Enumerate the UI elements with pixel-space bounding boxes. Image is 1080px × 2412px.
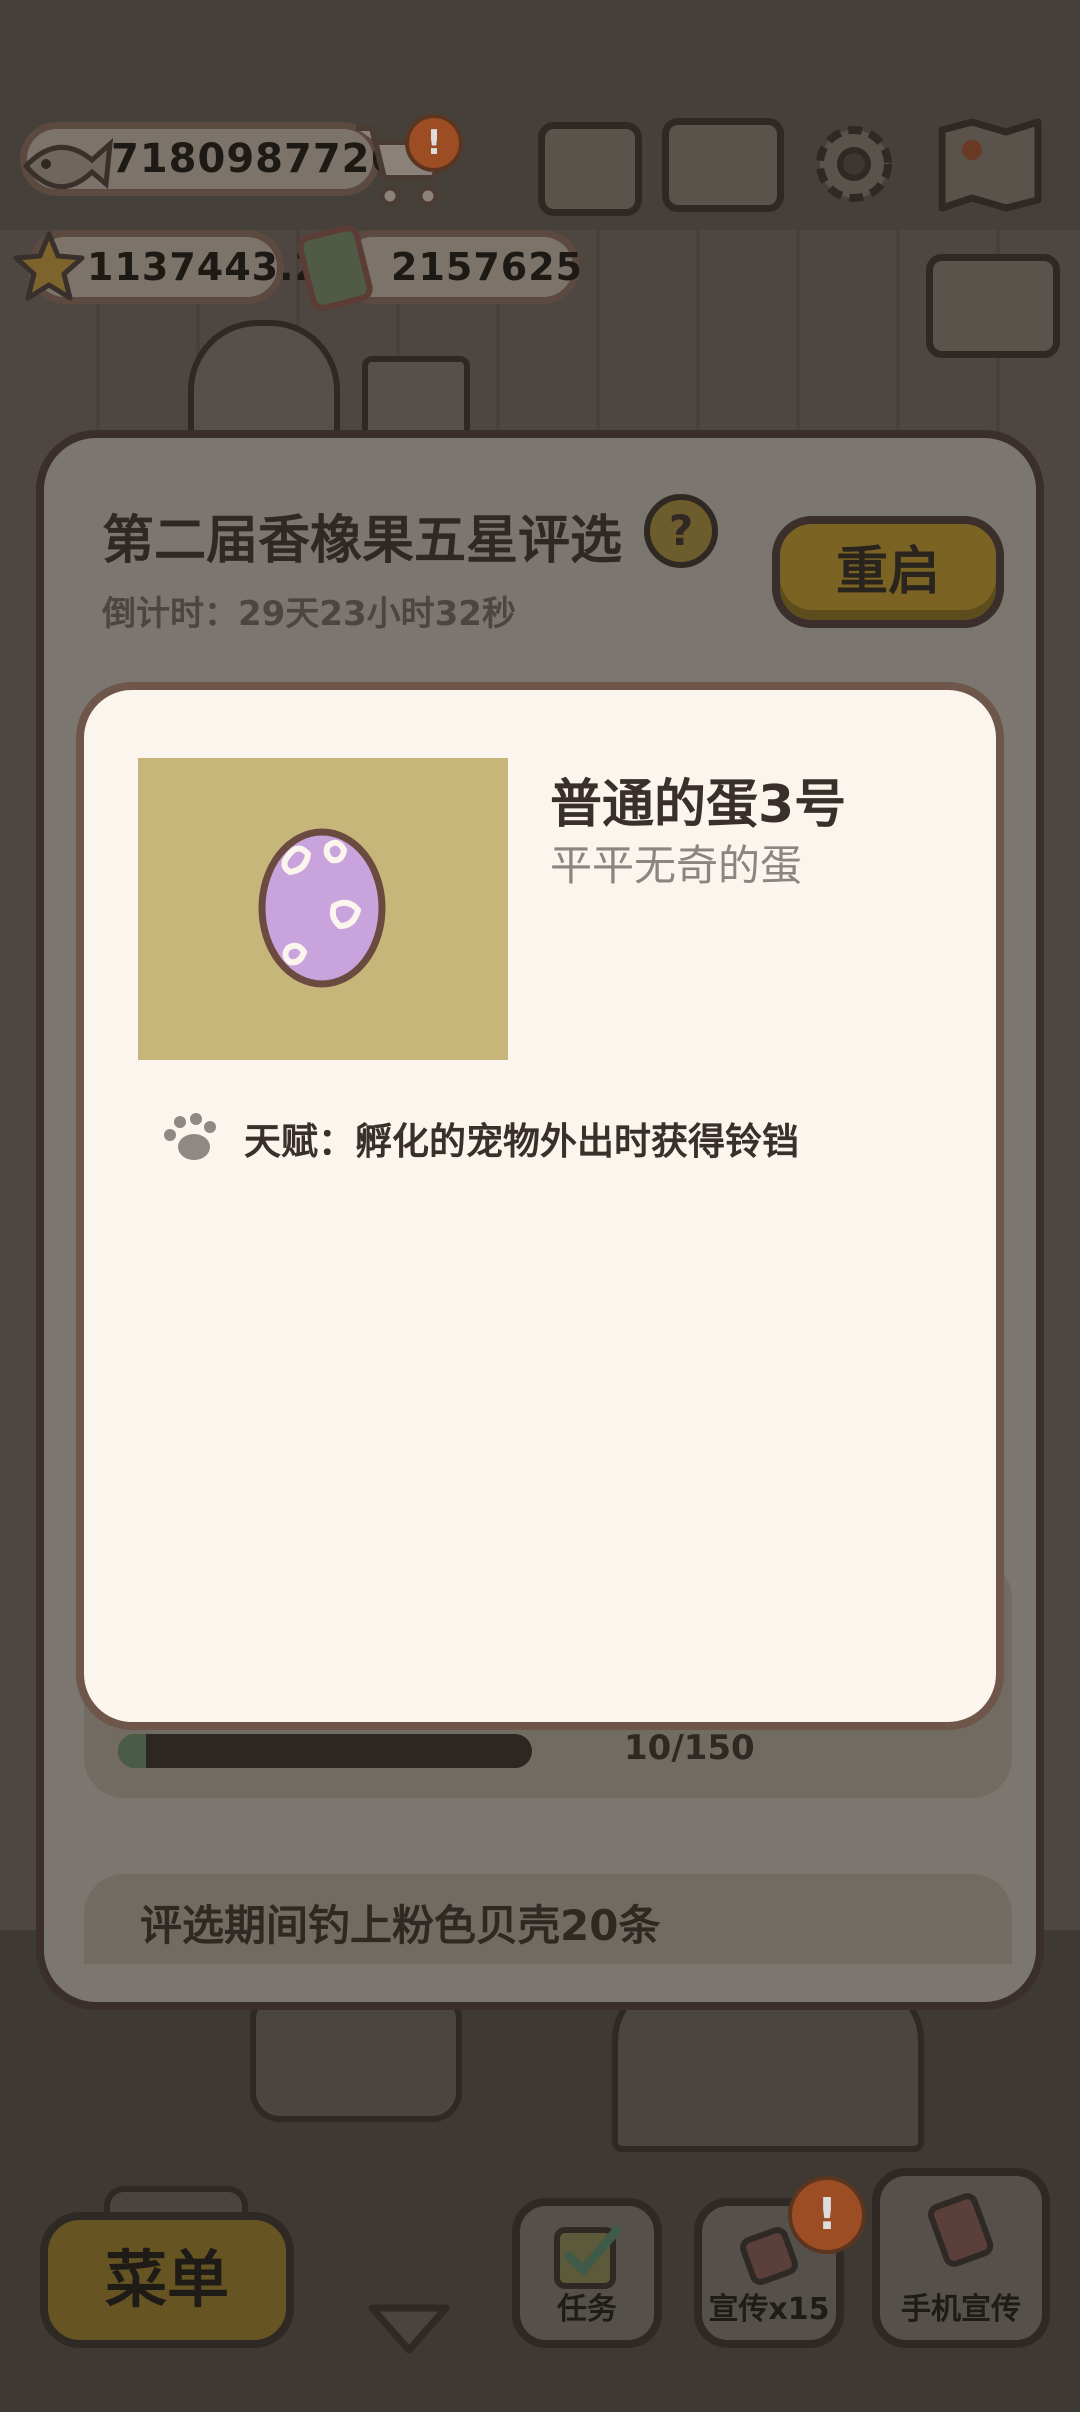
- item-description: 平平无奇的蛋: [550, 841, 803, 890]
- item-name: 普通的蛋3号: [550, 775, 847, 835]
- phone-promote-button[interactable]: 手机宣传: [872, 2168, 1050, 2348]
- egg-icon: [258, 828, 386, 988]
- chevron-down-icon[interactable]: [366, 2300, 452, 2356]
- talent-row: 天赋：孵化的宠物外出时获得铃铛: [160, 1108, 799, 1168]
- progress-bar: [118, 1734, 532, 1768]
- paw-icon: [164, 1113, 216, 1160]
- star-icon: [13, 231, 85, 301]
- tasks-label: 任务: [557, 2292, 617, 2327]
- event-title: 第二届香橡果五星评选: [102, 511, 623, 571]
- cart-alert-badge: !: [405, 114, 463, 172]
- map-icon[interactable]: [934, 114, 1046, 214]
- countdown-text: 倒计时：29天23小时32秒: [102, 594, 516, 634]
- item-detail-card[interactable]: 普通的蛋3号 平平无奇的蛋 天赋：孵化的宠物外出时获得铃铛: [76, 682, 1004, 1730]
- promote-label: 宣传x15: [708, 2292, 830, 2327]
- profile-icon[interactable]: [538, 122, 642, 216]
- egg-image: [138, 758, 508, 1060]
- task-card: 评选期间钓上粉色贝壳20条: [84, 1874, 1012, 1964]
- progress-text: 10/150: [624, 1728, 755, 1768]
- menu-button[interactable]: 菜单: [40, 2212, 294, 2348]
- progress-fill: [118, 1734, 146, 1768]
- help-button[interactable]: ?: [644, 494, 718, 568]
- talent-text: 天赋：孵化的宠物外出时获得铃铛: [244, 1120, 799, 1163]
- tasks-button[interactable]: 任务: [512, 2198, 662, 2348]
- gear-icon[interactable]: [806, 116, 902, 212]
- restart-button[interactable]: 重启: [772, 516, 1004, 628]
- ticket-count: 2157625: [391, 245, 584, 289]
- book-icon[interactable]: [662, 118, 784, 212]
- phone-icon: [928, 2193, 994, 2267]
- sort-icon[interactable]: [926, 254, 1060, 358]
- task-text: 评选期间钓上粉色贝壳20条: [140, 1901, 661, 1950]
- fish-icon: [22, 137, 114, 190]
- promote-alert-badge: !: [788, 2176, 866, 2254]
- phone-promote-label: 手机宣传: [901, 2292, 1021, 2327]
- ticket-icon: [297, 225, 373, 311]
